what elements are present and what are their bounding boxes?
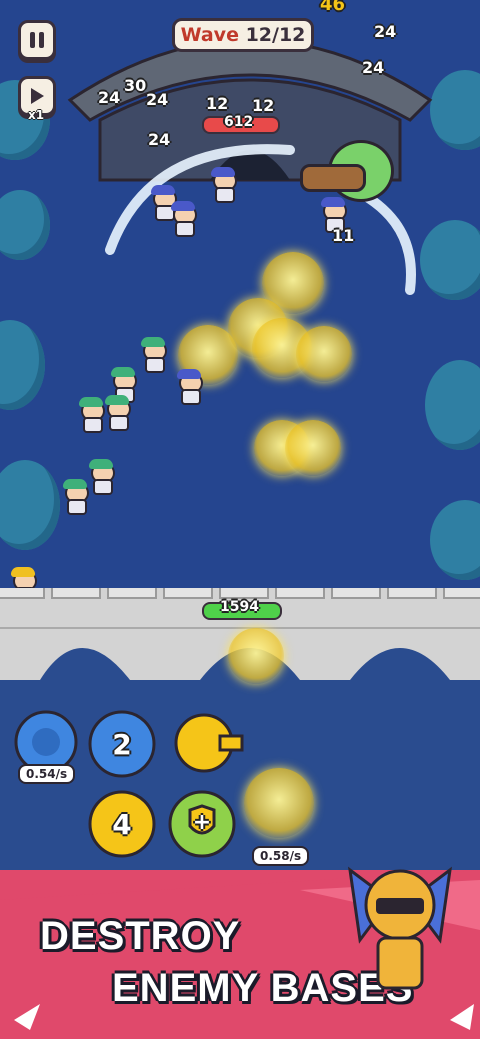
damage-number: 24: [148, 130, 171, 149]
top-number: 46: [320, 0, 346, 15]
speed-label: x1: [28, 108, 45, 122]
spawn-rate-label: 0.58/s: [252, 846, 310, 866]
gear-shield-upgrade[interactable]: +: [164, 786, 240, 862]
damage-number: 12: [206, 94, 229, 113]
play-icon: [31, 88, 44, 104]
gear-level-2[interactable]: 2: [84, 706, 160, 782]
wave-indicator: Wave 12/12: [172, 18, 314, 52]
shield-bubble: [296, 326, 352, 382]
damage-number: 24: [374, 22, 397, 41]
damage-number: 24: [146, 90, 169, 109]
damage-number: 12: [252, 96, 275, 115]
shield-bubble: [285, 420, 341, 476]
hero-unit: [170, 201, 197, 237]
shield-bubble: [228, 628, 284, 684]
wave-value: 12/12: [245, 24, 306, 46]
shield-bubble: [244, 768, 314, 838]
gear-level-4[interactable]: 4: [84, 786, 160, 862]
damage-number: 11: [332, 226, 355, 245]
pause-icon: [30, 32, 44, 48]
hero-unit: [62, 479, 89, 515]
gear-level-label: 4: [112, 807, 132, 841]
pause-button[interactable]: [18, 20, 56, 60]
enemy-boss-hp-text: 612: [224, 114, 254, 130]
hero-unit: [176, 369, 203, 405]
hero-unit: [104, 395, 131, 431]
hero-unit: [78, 397, 105, 433]
damage-number: 24: [362, 58, 385, 77]
castle-hp-text: 1594: [220, 599, 259, 615]
spawn-rate-label: 0.54/s: [18, 764, 76, 784]
battlefield: [0, 0, 480, 603]
hero-unit: [88, 459, 115, 495]
hero-unit: [140, 337, 167, 373]
banner-line-1: DESTROY: [40, 914, 241, 958]
gear-level-label: 2: [112, 727, 132, 761]
plus-icon: +: [192, 809, 212, 835]
damage-number: 30: [124, 76, 147, 95]
knight-mascot: [348, 866, 452, 990]
promo-banner: DESTROY ENEMY BASES: [0, 866, 480, 1039]
wave-label: Wave: [180, 24, 239, 46]
damage-number: 24: [98, 88, 121, 107]
gear-empty-yellow[interactable]: [170, 712, 244, 774]
hero-unit: [210, 167, 237, 203]
